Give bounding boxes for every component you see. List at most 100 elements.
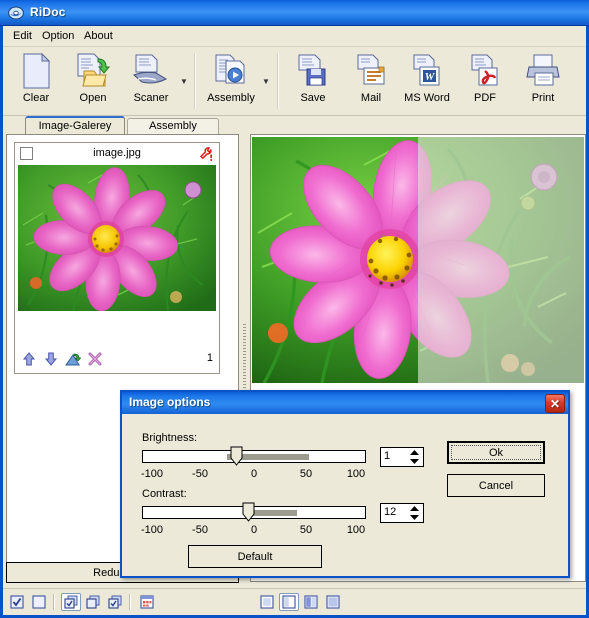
contrast-tick-0: -100 bbox=[140, 524, 164, 536]
dialog-title: Image options bbox=[129, 395, 211, 409]
word-icon: W bbox=[399, 51, 455, 91]
default-button[interactable]: Default bbox=[188, 545, 322, 568]
contrast-value: 12 bbox=[384, 506, 397, 518]
menu-bar: Edit Option About bbox=[3, 26, 586, 47]
thumbnail-image bbox=[18, 165, 216, 311]
assembly-play-icon bbox=[203, 51, 259, 91]
copy-checked-icon[interactable] bbox=[61, 593, 81, 611]
move-up-icon[interactable] bbox=[19, 349, 39, 369]
view-full-icon[interactable] bbox=[323, 593, 343, 611]
toolbar-button-scaner[interactable]: Scaner bbox=[123, 51, 179, 111]
window-title: RiDoc bbox=[30, 5, 66, 19]
chevron-down-icon-scaner[interactable]: ▼ bbox=[179, 77, 189, 87]
contrast-tick-1: -50 bbox=[192, 524, 208, 536]
tab-assembly[interactable]: Assembly bbox=[127, 118, 219, 135]
ok-button-label: Ok bbox=[451, 445, 541, 460]
contrast-spinner-arrows[interactable] bbox=[408, 505, 421, 521]
toolbar-label-save: Save bbox=[300, 92, 326, 104]
brightness-spinner[interactable]: 1 bbox=[380, 447, 424, 467]
title-bar: RiDoc bbox=[0, 0, 589, 26]
move-down-icon[interactable] bbox=[41, 349, 61, 369]
pdf-icon bbox=[457, 51, 513, 91]
app-disc-icon bbox=[8, 6, 24, 20]
brightness-label: Brightness: bbox=[142, 432, 198, 444]
uncheck-all-icon[interactable] bbox=[29, 593, 49, 611]
red-wrench-warning-icon[interactable] bbox=[198, 146, 214, 162]
toolbar-label-pdf: PDF bbox=[474, 92, 496, 104]
toolbar-label-msword: MS Word bbox=[404, 92, 450, 104]
brightness-tick-3: 50 bbox=[299, 468, 313, 480]
toolbar-label-print: Print bbox=[531, 92, 555, 104]
toolbar-button-save[interactable]: Save bbox=[285, 51, 341, 111]
menu-item-option[interactable]: Option bbox=[37, 29, 79, 43]
application-window: RiDoc Edit Option About Clear Open Scane… bbox=[0, 0, 589, 618]
chevron-down-icon-assembly[interactable]: ▼ bbox=[261, 77, 271, 87]
brightness-tick-2: 0 bbox=[250, 468, 258, 480]
thumbnail-header: image.jpg bbox=[15, 143, 219, 165]
status-bar bbox=[3, 588, 586, 615]
contrast-tick-4: 100 bbox=[346, 524, 366, 536]
delete-x-icon[interactable] bbox=[85, 349, 105, 369]
grid-view-icon[interactable] bbox=[137, 593, 157, 611]
contrast-slider-thumb[interactable] bbox=[242, 502, 255, 522]
rotate-icon[interactable] bbox=[63, 349, 83, 369]
svg-text:W: W bbox=[425, 71, 436, 83]
preview-image[interactable] bbox=[252, 137, 584, 383]
thumbnail-filename: image.jpg bbox=[93, 147, 141, 159]
brightness-tick-4: 100 bbox=[346, 468, 366, 480]
toolbar-button-assembly[interactable]: Assembly bbox=[203, 51, 259, 111]
toolbar-label-open: Open bbox=[79, 92, 107, 104]
image-options-dialog: Image options ✕ Brightness: -100 -50 0 5… bbox=[120, 390, 570, 578]
mail-icon bbox=[343, 51, 399, 91]
toolbar-label-assembly: Assembly bbox=[207, 92, 255, 104]
toolbar-button-clear[interactable]: Clear bbox=[8, 51, 64, 111]
toolbar-button-msword[interactable]: W MS Word bbox=[399, 51, 455, 111]
brightness-tick-0: -100 bbox=[140, 468, 164, 480]
copy-check2-icon[interactable] bbox=[105, 593, 125, 611]
dialog-body: Brightness: -100 -50 0 50 100 1 Contrast… bbox=[122, 414, 568, 576]
toolbar-button-open[interactable]: Open bbox=[65, 51, 121, 111]
close-icon[interactable]: ✕ bbox=[545, 394, 565, 413]
cancel-button[interactable]: Cancel bbox=[447, 474, 545, 497]
toolbar: Clear Open Scaner ▼ Assembly ▼ Save Mail… bbox=[3, 47, 586, 116]
printer-icon bbox=[515, 51, 571, 91]
thumbnail-footer: 1 bbox=[15, 349, 219, 371]
brightness-value: 1 bbox=[384, 450, 391, 462]
contrast-tick-2: 0 bbox=[250, 524, 258, 536]
tab-strip: Image-Galerey Assembly bbox=[3, 116, 586, 136]
toolbar-separator-1 bbox=[194, 53, 196, 109]
ok-button[interactable]: Ok bbox=[447, 441, 545, 464]
menu-item-about[interactable]: About bbox=[79, 29, 118, 43]
contrast-tick-3: 50 bbox=[299, 524, 313, 536]
tab-image-galerey[interactable]: Image-Galerey bbox=[25, 116, 125, 136]
blank-page-icon bbox=[8, 51, 64, 91]
toolbar-label-mail: Mail bbox=[360, 92, 382, 104]
contrast-spinner[interactable]: 12 bbox=[380, 503, 424, 523]
view-single-icon[interactable] bbox=[257, 593, 277, 611]
dialog-title-bar: Image options ✕ bbox=[122, 392, 568, 414]
contrast-label: Contrast: bbox=[142, 488, 187, 500]
floppy-save-icon bbox=[285, 51, 341, 91]
status-separator-2 bbox=[129, 594, 131, 610]
view-half-icon[interactable] bbox=[301, 593, 321, 611]
toolbar-separator-2 bbox=[277, 53, 279, 109]
copy-pages-icon[interactable] bbox=[83, 593, 103, 611]
toolbar-label-clear: Clear bbox=[22, 92, 50, 104]
brightness-slider[interactable] bbox=[142, 450, 366, 463]
toolbar-button-print[interactable]: Print bbox=[515, 51, 571, 111]
check-all-icon[interactable] bbox=[7, 593, 27, 611]
brightness-spinner-arrows[interactable] bbox=[408, 449, 421, 465]
gallery-thumbnail-item[interactable]: image.jpg 1 bbox=[14, 142, 220, 374]
toolbar-button-mail[interactable]: Mail bbox=[343, 51, 399, 111]
view-split-icon[interactable] bbox=[279, 593, 299, 611]
thumbnail-page-number: 1 bbox=[206, 352, 213, 364]
scanner-icon bbox=[123, 51, 179, 91]
menu-item-edit[interactable]: Edit bbox=[8, 29, 37, 43]
open-folder-icon bbox=[65, 51, 121, 91]
toolbar-button-pdf[interactable]: PDF bbox=[457, 51, 513, 111]
status-separator-1 bbox=[53, 594, 55, 610]
splitter-grip-icon bbox=[243, 324, 246, 394]
brightness-slider-thumb[interactable] bbox=[230, 446, 243, 466]
brightness-tick-1: -50 bbox=[192, 468, 208, 480]
toolbar-label-scaner: Scaner bbox=[133, 92, 169, 104]
